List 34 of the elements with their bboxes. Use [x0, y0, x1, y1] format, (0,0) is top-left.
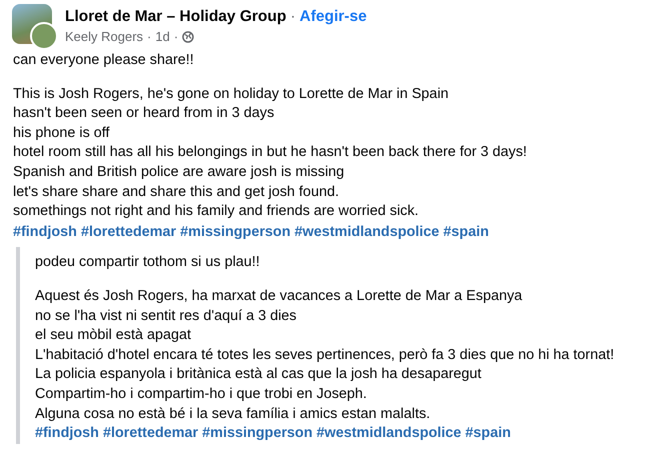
translated-text: L'habitació d'hotel encara té totes les seves pertinences, però fa 3 dies que no hi ha tornat! — [35, 346, 616, 365]
hashtag-link[interactable]: #missingperson — [180, 222, 291, 242]
hashtag-link[interactable]: #westmidlandspolice — [316, 424, 462, 444]
hashtag-link[interactable]: #lorettedemar — [102, 424, 198, 444]
post-text: hasn't been seen or heard from in 3 days — [13, 104, 276, 124]
author-name[interactable]: Keely Rogers — [65, 29, 144, 44]
post-text: This is Josh Rogers, he's gone on holiday to Lorette de Mar in Spain — [13, 84, 450, 104]
translated-text: no se l'ha vist ni sentit res d'aquí a 3 dies — [35, 306, 298, 326]
group-name[interactable]: Lloret de Mar – Holiday Group — [65, 8, 286, 26]
post-text: somethings not right and his family and friends are worried sick. — [13, 202, 420, 222]
separator: · — [147, 29, 152, 44]
post-text: his phone is off — [13, 124, 111, 143]
hashtag-link[interactable]: #spain — [443, 222, 489, 242]
translated-text: Compartim-ho i compartim-ho i que trobi en Joseph. — [35, 384, 368, 404]
hashtag-link[interactable]: #findjosh — [13, 222, 77, 242]
hashtag-link[interactable]: #findjosh — [35, 424, 99, 444]
translated-text: Alguna cosa no està bé i la seva família i amics estan malalts. — [35, 404, 432, 424]
translated-text: Aquest és Josh Rogers, ha marxat de vacances a Lorette de Mar a Espanya — [35, 286, 524, 306]
separator: · — [174, 29, 178, 44]
post-text: can everyone please share!! — [13, 51, 195, 70]
hashtag-link[interactable]: #missingperson — [202, 424, 313, 444]
post-text: let's share share and share this and get josh found. — [13, 182, 340, 202]
hashtag-link[interactable]: #spain — [465, 424, 511, 444]
translated-text: el seu mòbil està apagat — [35, 326, 192, 346]
group-avatar-drawing[interactable] — [12, 4, 56, 48]
post-text: Spanish and British police are aware josh is missing — [13, 162, 346, 182]
post-text: hotel room still has all his belongings in but he hasn't been back there for 3 days! — [13, 143, 528, 162]
hashtag-link[interactable]: #lorettedemar — [80, 222, 176, 242]
translated-text: La policia espanyola i britànica està al cas que la josh ha desaparegut — [35, 365, 482, 384]
post-time[interactable]: 1d — [155, 29, 170, 44]
translated-text: podeu compartir tothom si us plau!! — [35, 253, 261, 272]
hashtag-link[interactable]: #westmidlandspolice — [294, 222, 440, 242]
separator: · — [290, 8, 296, 26]
join-link[interactable]: Afegir-se — [300, 8, 367, 26]
